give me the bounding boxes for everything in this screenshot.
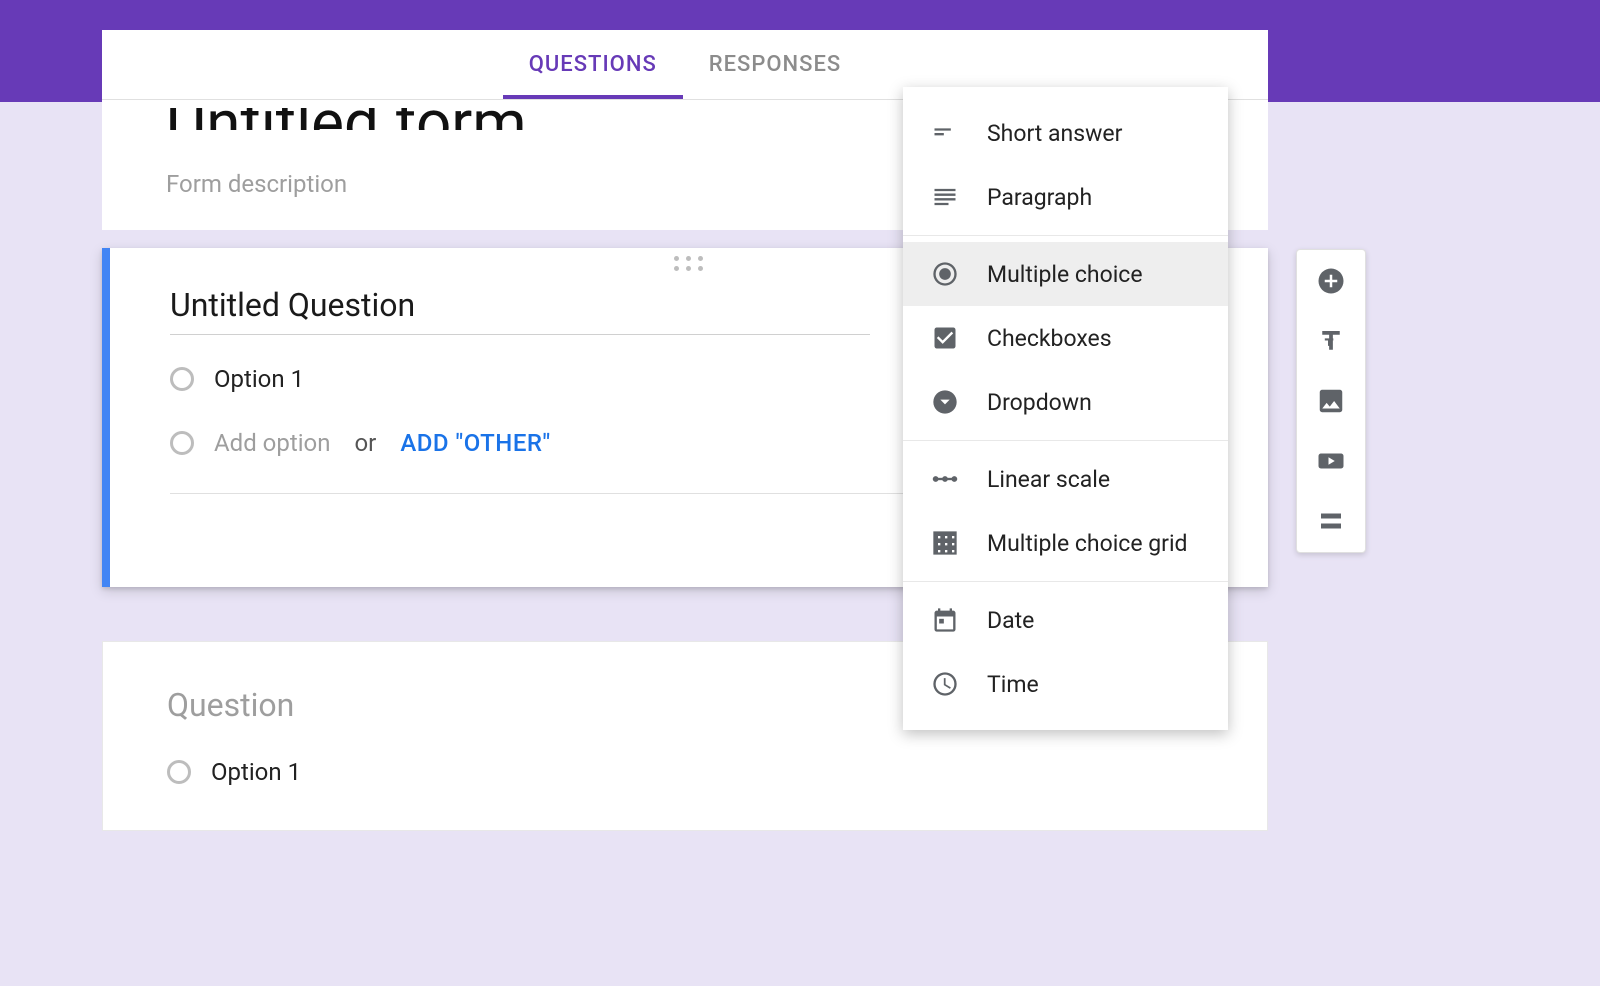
menu-item-label: Linear scale <box>987 466 1110 493</box>
add-image-button[interactable] <box>1314 384 1348 418</box>
section-icon <box>1316 506 1346 536</box>
radio-selected-icon <box>931 260 959 288</box>
menu-item-linear-scale[interactable]: Linear scale <box>903 447 1228 511</box>
image-icon <box>1316 386 1346 416</box>
menu-item-paragraph[interactable]: Paragraph <box>903 165 1228 229</box>
menu-item-multiple-choice-grid[interactable]: Multiple choice grid <box>903 511 1228 575</box>
menu-item-dropdown[interactable]: Dropdown <box>903 370 1228 434</box>
drag-handle-icon <box>674 256 704 272</box>
menu-item-checkboxes[interactable]: Checkboxes <box>903 306 1228 370</box>
menu-item-short-answer[interactable]: Short answer <box>903 101 1228 165</box>
question-type-menu: Short answer Paragraph Multiple choice C… <box>903 87 1228 730</box>
menu-item-multiple-choice[interactable]: Multiple choice <box>903 242 1228 306</box>
text-icon <box>1316 326 1346 356</box>
add-section-button[interactable] <box>1314 504 1348 538</box>
calendar-icon <box>931 606 959 634</box>
menu-item-date[interactable]: Date <box>903 588 1228 652</box>
menu-separator <box>903 235 1228 236</box>
tab-responses-label: RESPONSES <box>709 52 841 77</box>
q2-option-row-1: Option 1 <box>167 758 1203 786</box>
radio-icon <box>170 367 194 391</box>
menu-item-label: Time <box>987 671 1039 698</box>
add-video-button[interactable] <box>1314 444 1348 478</box>
checkbox-icon <box>931 324 959 352</box>
floating-toolbar <box>1296 249 1366 553</box>
clock-icon <box>931 670 959 698</box>
tab-responses[interactable]: RESPONSES <box>683 30 867 99</box>
menu-item-label: Dropdown <box>987 389 1092 416</box>
menu-item-label: Multiple choice grid <box>987 530 1188 557</box>
tab-questions[interactable]: QUESTIONS <box>503 30 683 99</box>
add-title-button[interactable] <box>1314 324 1348 358</box>
add-option-or: or <box>354 429 376 457</box>
menu-item-label: Paragraph <box>987 184 1092 211</box>
question-title-input[interactable]: Untitled Question <box>170 280 870 335</box>
linear-scale-icon <box>931 465 959 493</box>
short-answer-icon <box>931 119 959 147</box>
radio-icon <box>170 431 194 455</box>
add-question-button[interactable] <box>1314 264 1348 298</box>
plus-circle-icon <box>1316 266 1346 296</box>
menu-item-label: Multiple choice <box>987 261 1143 288</box>
menu-separator <box>903 440 1228 441</box>
dropdown-icon <box>931 388 959 416</box>
q2-option-1-label: Option 1 <box>211 758 301 786</box>
menu-item-label: Checkboxes <box>987 325 1112 352</box>
radio-icon <box>167 760 191 784</box>
grid-icon <box>931 529 959 557</box>
menu-item-label: Date <box>987 607 1034 634</box>
video-icon <box>1316 446 1346 476</box>
menu-item-time[interactable]: Time <box>903 652 1228 716</box>
menu-separator <box>903 581 1228 582</box>
add-option-placeholder[interactable]: Add option <box>214 429 330 457</box>
menu-item-label: Short answer <box>987 120 1122 147</box>
tab-questions-label: QUESTIONS <box>529 52 657 77</box>
option-1-label[interactable]: Option 1 <box>214 365 304 393</box>
paragraph-icon <box>931 183 959 211</box>
add-other-button[interactable]: ADD "OTHER" <box>400 429 550 457</box>
